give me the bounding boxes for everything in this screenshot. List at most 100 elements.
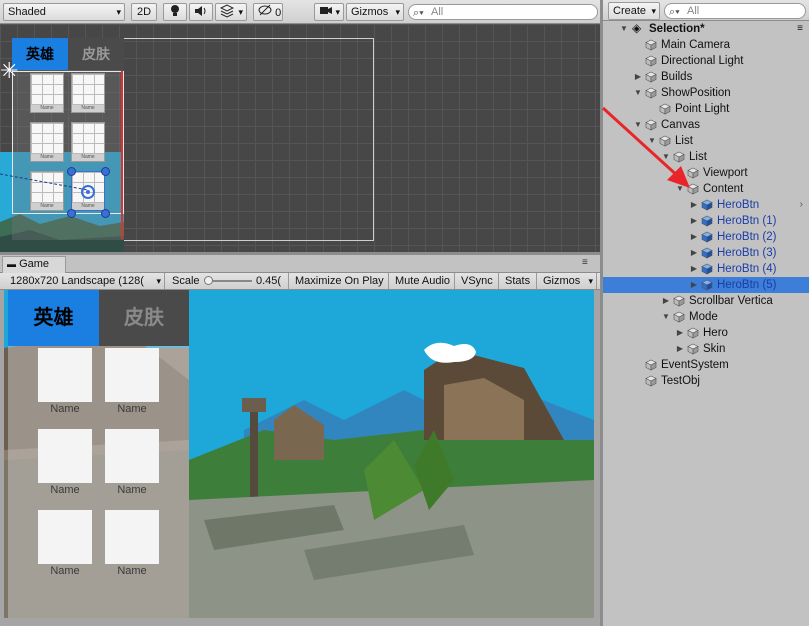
hero-button[interactable] (38, 429, 92, 483)
expand-right-icon[interactable]: ▶ (675, 325, 685, 341)
shading-mode-label: Shaded (8, 6, 46, 18)
scene-view[interactable]: 英雄 皮肤 Name Name Name Name Name Name ✳ (0, 24, 600, 252)
hierarchy-item[interactable]: TestObj (603, 373, 809, 389)
hierarchy-item[interactable]: ▶ HeroBtn (2) (603, 229, 809, 245)
stats-label: Stats (505, 275, 531, 287)
hero-button-label: Name (117, 484, 147, 496)
hierarchy-item-label: Skin (703, 343, 726, 355)
expand-right-icon[interactable]: ▶ (689, 213, 699, 229)
effects-dropdown[interactable] (215, 3, 247, 21)
hierarchy-item[interactable]: ▶ Hero (603, 325, 809, 341)
scale-slider[interactable]: Scale 0.45( (168, 273, 289, 289)
unity-logo-icon: ◈ (632, 21, 642, 35)
tab-skin[interactable]: 皮肤 (99, 290, 189, 346)
hierarchy-item-label: Directional Light (661, 55, 744, 67)
hierarchy-item[interactable]: Directional Light (603, 53, 809, 69)
prefab-open-icon[interactable]: › (800, 197, 803, 213)
annotation-arrow (601, 106, 690, 188)
audio-toggle[interactable] (189, 3, 213, 21)
gameobject-cube-icon (687, 343, 699, 355)
light-toggle[interactable] (163, 3, 187, 21)
scene-name: Selection* (649, 23, 705, 35)
prefab-cube-icon (701, 247, 713, 259)
mute-label: Mute Audio (395, 275, 451, 287)
hero-button[interactable] (38, 510, 92, 564)
gizmos-label: Gizmos (351, 6, 389, 18)
prefab-cube-icon (701, 263, 713, 275)
hierarchy-item[interactable]: ▼ Mode (603, 309, 809, 325)
hierarchy-item[interactable]: EventSystem (603, 357, 809, 373)
camera-dropdown[interactable] (314, 3, 344, 21)
expand-right-icon[interactable]: ▶ (689, 197, 699, 213)
hierarchy-search-placeholder: All (687, 5, 700, 17)
scene-selection-gizmo (0, 173, 95, 199)
hierarchy-item[interactable]: ▶ HeroBtn (5) (603, 277, 809, 293)
expand-right-icon[interactable]: ▶ (689, 261, 699, 277)
hierarchy-item[interactable]: ▶ HeroBtn › (603, 197, 809, 213)
hierarchy-item[interactable]: ▶ HeroBtn (1) (603, 213, 809, 229)
panel-divider[interactable] (0, 252, 600, 255)
hierarchy-item-label: Mode (689, 311, 718, 323)
panel-menu-icon[interactable]: ≡ (582, 257, 588, 268)
game-toolbar: 1280x720 Landscape (128( Scale 0.45( Max… (0, 273, 600, 290)
mute-audio-toggle[interactable]: Mute Audio (391, 273, 455, 289)
game-view-icon: ▬ (7, 259, 16, 269)
expand-right-icon[interactable]: ▶ (675, 341, 685, 357)
hierarchy-item-label: Builds (661, 71, 693, 83)
expand-right-icon[interactable]: ▶ (633, 69, 643, 85)
gameobject-cube-icon (645, 39, 657, 51)
rect-handle[interactable] (101, 167, 110, 176)
scale-thumb[interactable] (204, 276, 213, 285)
rect-handle[interactable] (101, 209, 110, 218)
maximize-on-play-toggle[interactable]: Maximize On Play (291, 273, 389, 289)
expand-down-icon[interactable]: ▼ (619, 21, 629, 37)
stats-toggle[interactable]: Stats (501, 273, 537, 289)
hierarchy-item[interactable]: ▶ HeroBtn (3) (603, 245, 809, 261)
hierarchy-item[interactable]: ▶ Skin (603, 341, 809, 357)
expand-right-icon[interactable]: ▶ (661, 293, 671, 309)
2d-toggle[interactable]: 2D (131, 3, 157, 21)
scale-value: 0.45( (256, 275, 282, 287)
scene-menu-icon[interactable]: ≡ (797, 21, 803, 37)
resolution-dropdown[interactable]: 1280x720 Landscape (128( (6, 273, 165, 289)
tab-hero[interactable]: 英雄 (8, 290, 99, 346)
rect-handle[interactable] (67, 209, 76, 218)
hero-button-label: Name (50, 403, 80, 415)
expand-right-icon[interactable]: ▶ (689, 229, 699, 245)
game-gizmos-dropdown[interactable]: Gizmos (539, 273, 597, 289)
hierarchy-item[interactable]: ▶ HeroBtn (4) (603, 261, 809, 277)
hierarchy-item[interactable]: Main Camera (603, 37, 809, 53)
hierarchy-item-label: TestObj (661, 375, 700, 387)
prefab-cube-icon (701, 199, 713, 211)
game-tabbar: ▬ Game ≡ (0, 255, 600, 273)
hierarchy-toolbar: Create ⌕▾ All (603, 0, 809, 21)
scene-search-placeholder: All (431, 6, 444, 18)
pivot-icon[interactable]: ✳ (0, 60, 18, 82)
game-view[interactable]: 英雄 皮肤 Name Name Name Name Name Name (4, 290, 594, 618)
hierarchy-item[interactable]: ▶ Builds (603, 69, 809, 85)
expand-right-icon[interactable]: ▶ (689, 245, 699, 261)
shading-mode-dropdown[interactable]: Shaded (3, 3, 125, 21)
hierarchy-search-input[interactable]: ⌕▾ All (664, 3, 806, 19)
hero-button[interactable] (105, 348, 159, 402)
hierarchy-item[interactable]: ▶ Scrollbar Vertica (603, 293, 809, 309)
camera-icon (320, 7, 332, 14)
tab-game[interactable]: ▬ Game (2, 256, 66, 273)
hero-button[interactable] (38, 348, 92, 402)
gizmos-dropdown[interactable]: Gizmos (346, 3, 404, 21)
hidden-objects-toggle[interactable]: 0 (253, 3, 283, 21)
rect-handle[interactable] (67, 167, 76, 176)
expand-right-icon[interactable]: ▶ (689, 277, 699, 293)
create-dropdown[interactable]: Create (608, 2, 660, 20)
vsync-toggle[interactable]: VSync (457, 273, 499, 289)
hero-button-label: Name (50, 565, 80, 577)
expand-down-icon[interactable]: ▼ (661, 309, 671, 325)
hero-button[interactable] (105, 510, 159, 564)
hero-button[interactable] (105, 429, 159, 483)
gameobject-cube-icon (645, 359, 657, 371)
scene-search-input[interactable]: ⌕▾ All (408, 4, 598, 20)
eye-slash-icon (258, 4, 272, 16)
scene-root-row[interactable]: ▼ ◈ Selection* ≡ (603, 21, 809, 37)
vsync-label: VSync (461, 275, 493, 287)
hierarchy-item-label: Hero (703, 327, 728, 339)
